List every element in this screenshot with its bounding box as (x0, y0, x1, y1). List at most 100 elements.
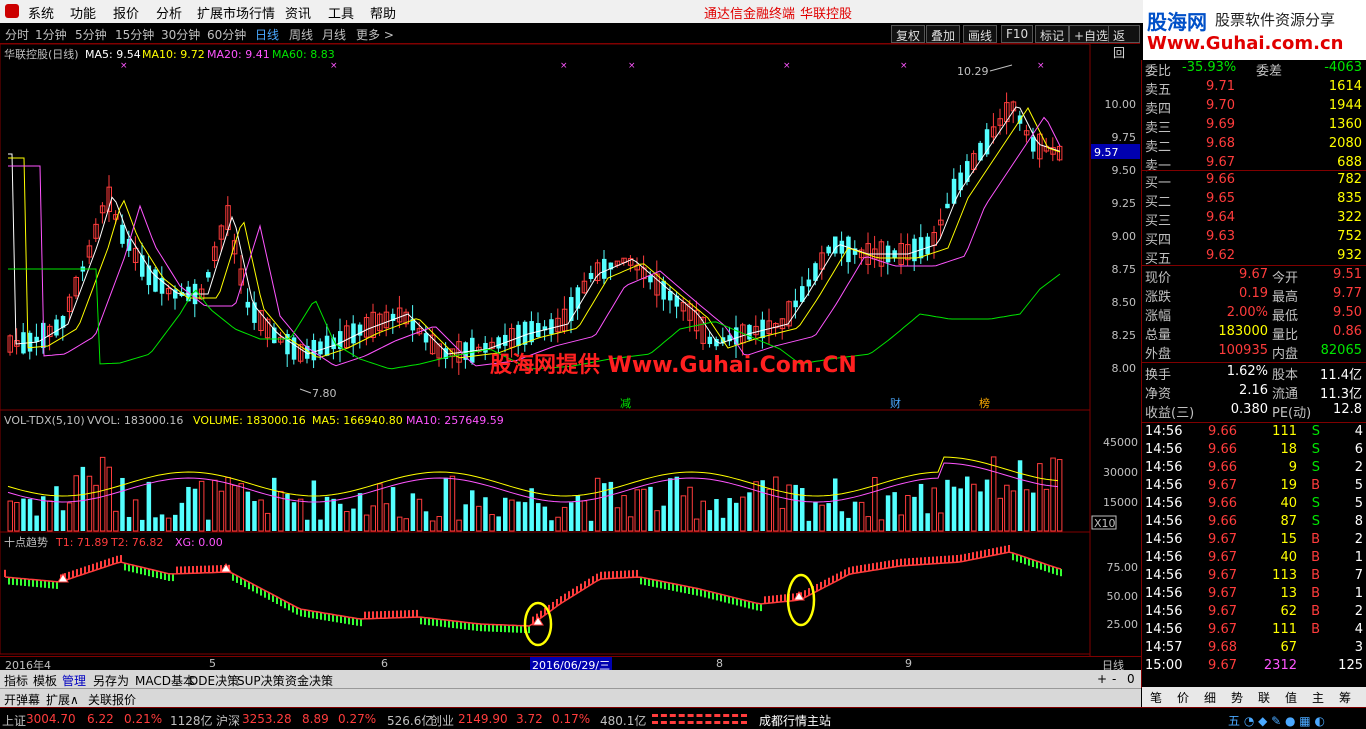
volume-bar (383, 503, 390, 532)
f10-button[interactable]: F10 (1001, 25, 1034, 43)
period-60min[interactable]: 60分钟 (207, 26, 246, 43)
volume-bar (700, 500, 706, 532)
stat-value: 11.3亿 (1320, 387, 1362, 402)
period-daily[interactable]: 日线 (255, 26, 279, 43)
rp-tab[interactable]: 值 (1285, 689, 1297, 706)
stat-label: 净资 (1145, 387, 1172, 402)
volume-bar (231, 485, 238, 532)
back-button[interactable]: 返回 (1108, 25, 1140, 60)
y-tick: 8.50 (1112, 296, 1137, 309)
period-15min[interactable]: 15分钟 (115, 26, 154, 43)
volume-bar (1056, 459, 1063, 532)
tab-save-as[interactable]: 另存为 (93, 672, 129, 689)
volume-bar (621, 495, 627, 532)
ask-price: 9.69 (1206, 117, 1235, 132)
period-weekly[interactable]: 周线 (289, 26, 313, 43)
volume-bar (912, 496, 917, 531)
draw-button[interactable]: 画线 (963, 25, 998, 43)
ind-y-tick: 25.00 (1107, 618, 1139, 631)
candle-body (318, 341, 323, 355)
zoom-in-button[interactable]: + (1097, 672, 1107, 686)
cy-index: 2149.90 (458, 712, 508, 726)
volume-bar (839, 511, 845, 531)
volume-bar (878, 519, 885, 532)
tick-bs: B (1311, 586, 1320, 601)
volume-bar (146, 481, 152, 531)
tick-row: 14:56 9.67 19 B 5 (1142, 478, 1366, 496)
buy-arrow-icon (793, 591, 805, 601)
period-1min[interactable]: 1分钟 (35, 26, 67, 43)
rp-tab[interactable]: 联 (1258, 689, 1270, 706)
volume-layer (7, 456, 1063, 532)
candle-body (965, 161, 970, 182)
period-tick[interactable]: 分时 (5, 26, 29, 43)
x-label-jun: 6 (381, 657, 388, 670)
zoom-out-button[interactable]: - (1112, 672, 1116, 686)
menu-ext-market[interactable]: 扩展市场行情 (197, 3, 275, 22)
period-5min[interactable]: 5分钟 (75, 26, 107, 43)
volume-bar (73, 475, 79, 532)
event-finance[interactable]: 财 (890, 396, 901, 410)
add-watchlist-button[interactable]: +自选 (1069, 25, 1114, 43)
reset-button[interactable]: 0 (1127, 672, 1135, 686)
volume-bar (351, 508, 356, 531)
volume-bar (793, 484, 798, 531)
tick-count: 7 (1354, 568, 1363, 583)
volume-bar (766, 488, 772, 532)
indicator-y-axis: 75.00 50.00 25.00 (1107, 561, 1139, 631)
stat-row: 涨跌 0.19 最高 9.77 (1142, 286, 1366, 305)
tab-template[interactable]: 模板 (33, 672, 57, 689)
rp-tab[interactable]: 价 (1177, 689, 1189, 706)
kline-layer: × × × × × × × (7, 61, 1063, 375)
stat-row: 净资 2.16 流通 11.3亿 (1142, 383, 1366, 402)
rp-tab[interactable]: 细 (1204, 689, 1216, 706)
menu-tools[interactable]: 工具 (328, 3, 354, 22)
tab-dde[interactable]: DDE决策 (189, 672, 239, 689)
y-tick: 10.00 (1105, 98, 1137, 111)
menu-quote[interactable]: 报价 (113, 3, 139, 22)
menu-news[interactable]: 资讯 (285, 3, 311, 22)
candle-body (324, 335, 330, 356)
candle-body (120, 224, 125, 244)
danmaku-button[interactable]: 开弹幕 (4, 691, 40, 708)
kline-chart-svg[interactable]: × × × × × × × 10.00 9.75 9.50 9.25 9.00 8.75 8… (0, 44, 1141, 656)
expand-button[interactable]: 扩展∧ (46, 691, 79, 708)
tick-price: 9.66 (1208, 442, 1237, 457)
event-list[interactable]: 榜 (979, 396, 990, 410)
bid-volume: 835 (1337, 191, 1362, 206)
volume-bar (569, 502, 574, 531)
tab-fund[interactable]: 资金决策 (285, 672, 333, 689)
tab-sup[interactable]: SUP决策 (237, 672, 285, 689)
menu-function[interactable]: 功能 (70, 3, 96, 22)
rp-tab[interactable]: 笔 (1150, 689, 1162, 706)
indicator-line (4, 551, 1062, 627)
tray-icon[interactable]: 五 ◔ ◆ ✎ ● ▦ ◐ (1228, 712, 1325, 729)
sz-amount: 526.6亿 (387, 714, 434, 728)
period-more[interactable]: 更多 > (356, 26, 394, 43)
period-monthly[interactable]: 月线 (322, 26, 346, 43)
menu-analysis[interactable]: 分析 (156, 3, 182, 22)
menu-system[interactable]: 系统 (28, 3, 54, 22)
tab-macd[interactable]: MACD基本 (135, 672, 195, 689)
rp-tab[interactable]: 筹 (1339, 689, 1351, 706)
mark-button[interactable]: 标记 (1035, 25, 1070, 43)
fuquan-button[interactable]: 复权 (891, 25, 926, 43)
event-reduce[interactable]: 减 (620, 397, 631, 410)
rp-tab[interactable]: 主 (1312, 689, 1324, 706)
chart-area[interactable]: × × × × × × × 10.00 9.75 9.50 9.25 9.00 8.75 8… (0, 44, 1141, 656)
period-30min[interactable]: 30分钟 (161, 26, 200, 43)
menu-help[interactable]: 帮助 (370, 3, 396, 22)
volume-bar (951, 486, 957, 531)
volume-bar (80, 466, 86, 531)
overlay-button[interactable]: 叠加 (926, 25, 961, 43)
tick-volume: 2312 (1263, 658, 1297, 673)
related-quote-button[interactable]: 关联报价 (88, 691, 136, 708)
volume-bar (760, 480, 765, 531)
bid-price: 9.64 (1206, 210, 1235, 225)
x-label-sep: 9 (905, 657, 912, 670)
tab-manage[interactable]: 管理 (62, 672, 86, 689)
volume-bar (390, 487, 396, 531)
rp-tab[interactable]: 势 (1231, 689, 1243, 706)
tab-indicator[interactable]: 指标 (4, 672, 28, 689)
candle-body (839, 240, 845, 254)
